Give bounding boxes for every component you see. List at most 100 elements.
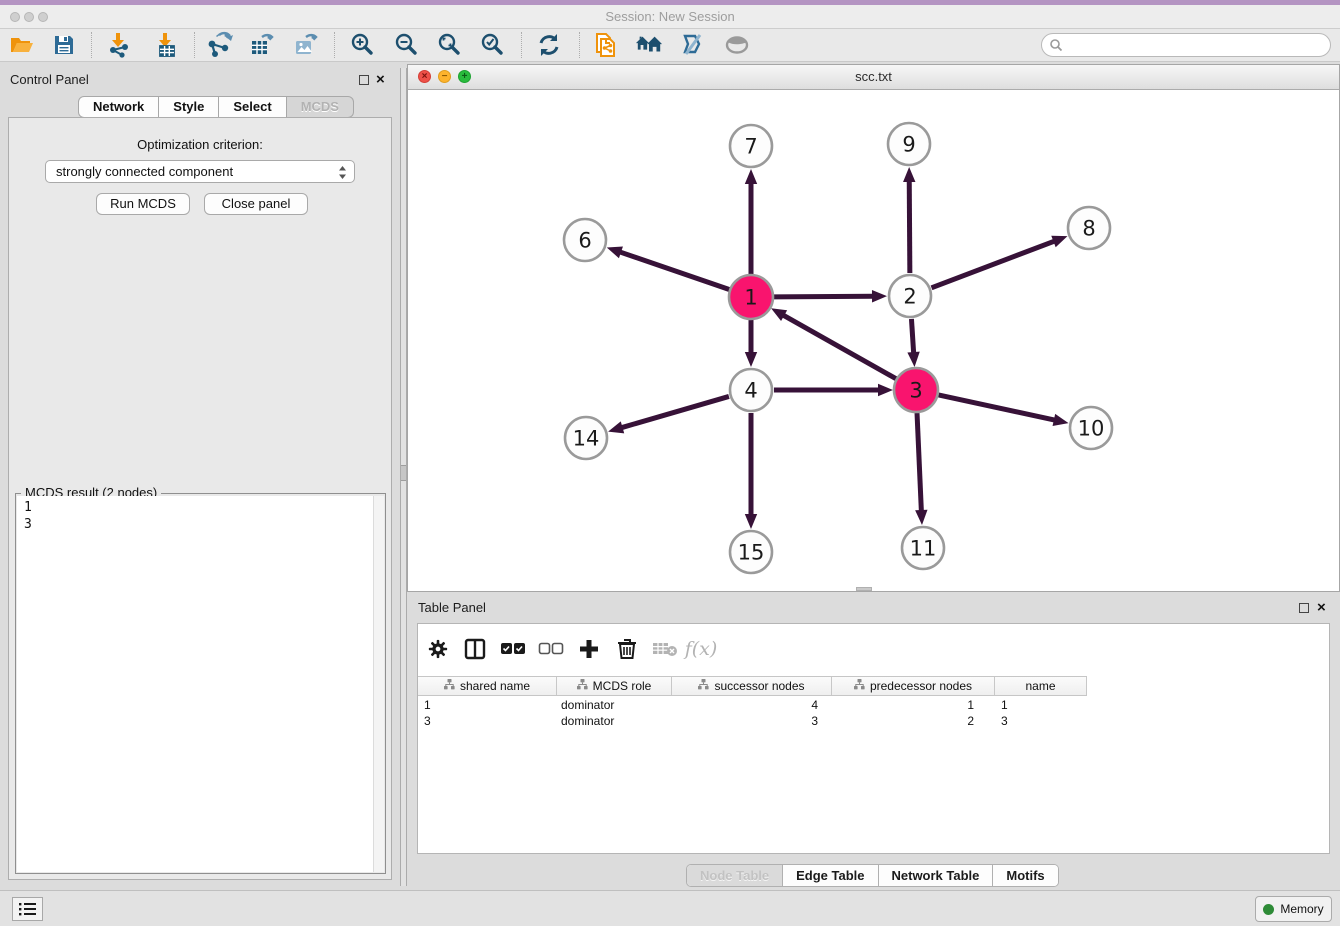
window-zoom-icon[interactable] <box>38 12 48 22</box>
add-column-icon[interactable] <box>576 636 602 662</box>
zoom-fit-icon[interactable] <box>435 31 463 59</box>
memory-button[interactable]: Memory <box>1255 896 1332 922</box>
toolbar-separator <box>521 32 522 58</box>
node-table-container: f(x) shared nameMCDS rolesuccessor nodes… <box>417 623 1330 854</box>
save-session-icon[interactable] <box>50 31 78 59</box>
open-session-icon[interactable] <box>8 31 36 59</box>
memory-label: Memory <box>1280 902 1323 916</box>
attribute-hierarchy-icon <box>854 679 865 693</box>
tab-edge-table[interactable]: Edge Table <box>783 865 878 886</box>
eye-icon[interactable] <box>723 31 751 59</box>
run-mcds-button[interactable]: Run MCDS <box>96 193 190 215</box>
home-icon[interactable] <box>635 31 663 59</box>
arrowhead-icon <box>745 352 757 367</box>
mcds-result-group: MCDS result (2 nodes) 1 3 <box>15 493 386 874</box>
table-panel: Table Panel × f(x) shared nameMCDS roles… <box>407 596 1340 886</box>
node-label: 7 <box>744 135 757 159</box>
tab-node-table[interactable]: Node Table <box>687 865 783 886</box>
zoom-selected-icon[interactable] <box>478 31 506 59</box>
toolbar-separator <box>194 32 195 58</box>
network-canvas[interactable]: 7968124314101511 <box>408 90 1339 591</box>
delete-table-icon <box>652 636 678 662</box>
unselect-all-columns-icon[interactable] <box>538 636 564 662</box>
window-close-icon[interactable] <box>10 12 20 22</box>
edge-2-3[interactable] <box>911 319 913 354</box>
canvas-resize-grip[interactable] <box>856 587 872 591</box>
column-header-predecessor-nodes[interactable]: predecessor nodes <box>832 677 995 695</box>
column-header-shared-name[interactable]: shared name <box>418 677 557 695</box>
window-title: Session: New Session <box>0 5 1340 28</box>
frame-minimize-icon[interactable]: − <box>438 70 451 83</box>
task-history-button[interactable] <box>12 897 43 921</box>
delete-columns-icon[interactable] <box>614 636 640 662</box>
table-cell[interactable]: 4 <box>672 697 832 713</box>
select-all-columns-icon[interactable] <box>500 636 526 662</box>
scrollbar[interactable] <box>373 496 384 872</box>
network-documents-icon[interactable] <box>591 31 619 59</box>
status-bar: Memory <box>0 890 1340 926</box>
table-cell[interactable]: 3 <box>995 713 1087 729</box>
table-row[interactable]: 1dominator411 <box>418 697 1087 713</box>
tab-mcds[interactable]: MCDS <box>287 96 354 118</box>
mcds-tab-content: Optimization criterion: strongly connect… <box>8 117 392 880</box>
table-cell[interactable]: 2 <box>832 713 995 729</box>
panel-splitter[interactable] <box>400 68 407 886</box>
column-header-successor-nodes[interactable]: successor nodes <box>672 677 832 695</box>
search-input[interactable] <box>1041 33 1331 57</box>
window-minimize-icon[interactable] <box>24 12 34 22</box>
edge-1-6[interactable] <box>619 252 729 290</box>
export-network-icon[interactable] <box>205 31 233 59</box>
tab-style[interactable]: Style <box>159 96 219 118</box>
node-label: 2 <box>903 285 916 309</box>
settings-gear-icon[interactable] <box>425 636 451 662</box>
frame-close-icon[interactable]: × <box>418 70 431 83</box>
import-table-icon[interactable] <box>151 31 179 59</box>
table-cell[interactable]: 3 <box>672 713 832 729</box>
frame-maximize-icon[interactable]: + <box>458 70 471 83</box>
chevron-up-down-icon <box>338 165 347 186</box>
edge-4-14[interactable] <box>621 396 729 428</box>
float-panel-icon[interactable] <box>359 75 369 85</box>
close-panel-icon[interactable]: × <box>376 74 385 86</box>
arrowhead-icon <box>745 514 757 529</box>
table-panel-title: Table Panel <box>418 600 486 615</box>
network-window-titlebar[interactable]: × − + scc.txt <box>408 65 1339 90</box>
table-cell[interactable]: dominator <box>557 713 672 729</box>
column-header-name[interactable]: name <box>995 677 1087 695</box>
tab-network-table[interactable]: Network Table <box>879 865 994 886</box>
table-cell[interactable]: dominator <box>557 697 672 713</box>
search-icon <box>1049 38 1063 57</box>
table-cell[interactable]: 1 <box>995 697 1087 713</box>
close-panel-icon[interactable]: × <box>1317 602 1326 614</box>
edge-3-11[interactable] <box>917 413 921 512</box>
edge-2-9[interactable] <box>909 180 910 273</box>
tab-network[interactable]: Network <box>78 96 159 118</box>
zoom-in-icon[interactable] <box>348 31 376 59</box>
zoom-out-icon[interactable] <box>392 31 420 59</box>
splitter-handle[interactable] <box>401 465 406 481</box>
import-network-icon[interactable] <box>104 31 132 59</box>
apply-layout-icon[interactable] <box>535 31 563 59</box>
edge-3-1[interactable] <box>782 315 896 379</box>
column-header-MCDS-role[interactable]: MCDS role <box>557 677 672 695</box>
edge-3-10[interactable] <box>938 395 1055 420</box>
table-cell[interactable]: 1 <box>832 697 995 713</box>
node-label: 15 <box>738 541 765 565</box>
tab-select[interactable]: Select <box>219 96 286 118</box>
edge-1-2[interactable] <box>774 296 874 297</box>
network-graph[interactable]: 7968124314101511 <box>408 90 1339 591</box>
mcds-result-textarea[interactable]: 1 3 <box>17 496 384 872</box>
hide-annotations-icon[interactable] <box>678 31 706 59</box>
float-panel-icon[interactable] <box>1299 603 1309 613</box>
edge-2-8[interactable] <box>932 241 1056 288</box>
tab-motifs[interactable]: Motifs <box>993 865 1057 886</box>
column-header-label: successor nodes <box>714 679 804 693</box>
table-cell[interactable]: 1 <box>418 697 557 713</box>
table-row[interactable]: 3dominator323 <box>418 713 1087 729</box>
export-table-icon[interactable] <box>248 31 276 59</box>
column-layout-icon[interactable] <box>462 636 488 662</box>
table-cell[interactable]: 3 <box>418 713 557 729</box>
close-panel-button[interactable]: Close panel <box>204 193 308 215</box>
export-image-icon[interactable] <box>292 31 320 59</box>
criterion-select[interactable]: strongly connected component <box>45 160 355 183</box>
